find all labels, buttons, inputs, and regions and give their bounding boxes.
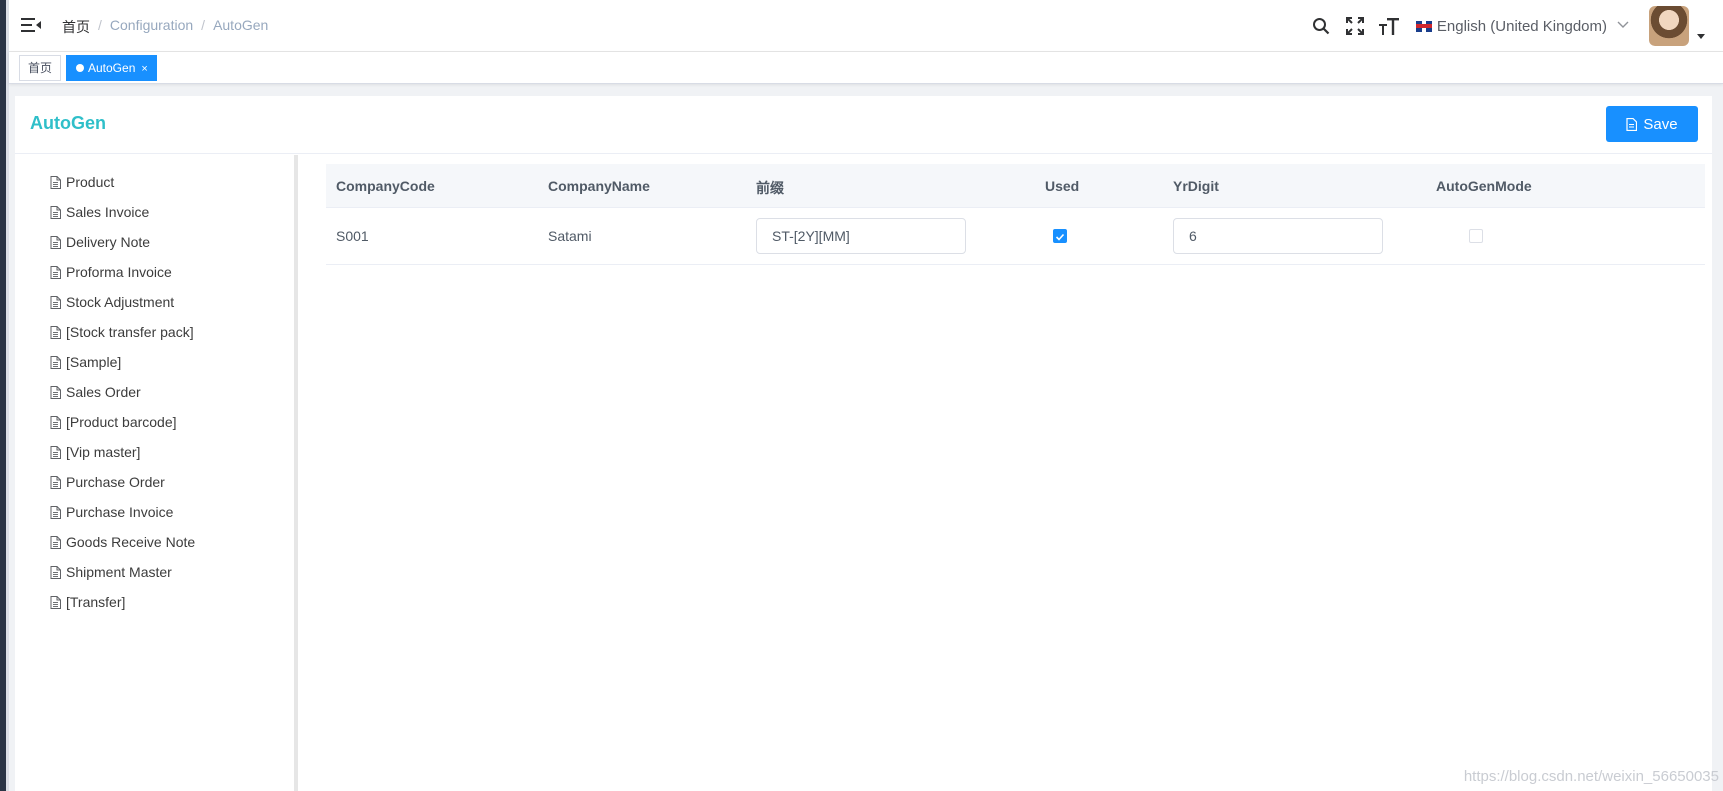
document-icon <box>50 235 66 249</box>
tree-item[interactable]: Stock Adjustment <box>50 292 174 312</box>
tree-item[interactable]: [Sample] <box>50 352 121 372</box>
tag-home[interactable]: 首页 <box>19 55 62 81</box>
document-icon <box>50 355 66 369</box>
document-icon <box>1626 117 1638 131</box>
cell-company-name: Satami <box>548 228 592 244</box>
tree-item[interactable]: Proforma Invoice <box>50 262 172 282</box>
document-icon <box>50 325 66 339</box>
document-icon <box>50 565 66 579</box>
tree-item[interactable]: [Transfer] <box>50 592 125 612</box>
document-icon <box>50 475 66 489</box>
top-navbar: 首页 / Configuration / AutoGen English (Un… <box>9 0 1723 52</box>
tree-item-label: [Transfer] <box>66 594 126 610</box>
breadcrumb-home[interactable]: 首页 <box>62 17 90 37</box>
tree-item-label: Purchase Invoice <box>66 504 174 520</box>
document-icon <box>50 265 66 279</box>
left-edge-border <box>6 0 9 791</box>
tag-autogen[interactable]: AutoGen × <box>66 55 157 81</box>
tree-item-label: Purchase Order <box>66 474 165 490</box>
save-button[interactable]: Save <box>1606 106 1698 142</box>
caret-down-icon[interactable] <box>1697 33 1705 39</box>
header-tools: English (United Kingdom) <box>1310 0 1723 52</box>
language-selector[interactable]: English (United Kingdom) <box>1415 17 1629 35</box>
panel-header: AutoGen Save <box>15 96 1712 154</box>
breadcrumb-configuration: Configuration <box>109 17 194 33</box>
tree-item[interactable]: [Product barcode] <box>50 412 177 432</box>
close-icon[interactable]: × <box>141 63 147 75</box>
main-panel: AutoGen Save Product Sales Invoice Deliver… <box>15 96 1712 791</box>
active-dot-icon <box>76 64 84 72</box>
header-company-name: CompanyName <box>548 178 650 194</box>
document-icon <box>50 505 66 519</box>
tree-item[interactable]: Product <box>50 172 114 192</box>
document-icon <box>50 595 66 609</box>
header-yr-digit: YrDigit <box>1173 178 1219 194</box>
tree-item-label: Goods Receive Note <box>66 534 196 550</box>
document-type-tree: Product Sales Invoice Delivery Note Proform… <box>15 155 298 791</box>
header-autogen-mode: AutoGenMode <box>1436 178 1532 194</box>
search-icon[interactable] <box>1310 15 1332 37</box>
tree-item[interactable]: Goods Receive Note <box>50 532 195 552</box>
document-icon <box>50 205 66 219</box>
tree-item-label: Stock Adjustment <box>66 294 175 310</box>
breadcrumb-separator: / <box>98 17 102 33</box>
tree-item-label: [Vip master] <box>66 444 141 460</box>
yr-digit-input[interactable]: 6 <box>1173 218 1383 254</box>
user-avatar[interactable] <box>1649 6 1689 46</box>
tag-label: AutoGen <box>88 61 136 75</box>
tree-item-label: Sales Order <box>66 384 141 400</box>
document-icon <box>50 385 66 399</box>
used-checkbox[interactable] <box>1053 229 1067 243</box>
tree-item[interactable]: Purchase Order <box>50 472 165 492</box>
breadcrumb-separator: / <box>201 17 206 33</box>
breadcrumb-current: AutoGen <box>213 17 269 33</box>
tree-item[interactable]: Sales Invoice <box>50 202 149 222</box>
document-icon <box>50 415 66 429</box>
table-row: S001 Satami ST-[2Y][MM] 6 <box>326 208 1705 265</box>
autogen-table: CompanyCode CompanyName 前缀 Used YrDigit … <box>326 164 1705 265</box>
font-size-icon[interactable] <box>1378 15 1400 37</box>
language-label: English (United Kingdom) <box>1436 17 1607 35</box>
watermark: https://blog.csdn.net/weixin_56650035 <box>1463 768 1719 785</box>
tree-item-label: [Product barcode] <box>66 414 177 430</box>
prefix-input[interactable]: ST-[2Y][MM] <box>756 218 966 254</box>
header-prefix: 前缀 <box>756 180 784 196</box>
tree-item[interactable]: Delivery Note <box>50 232 150 252</box>
autogen-mode-checkbox[interactable] <box>1469 229 1483 243</box>
tree-item-label: Product <box>66 174 115 190</box>
tree-item[interactable]: Purchase Invoice <box>50 502 173 522</box>
document-icon <box>50 445 66 459</box>
header-company-code: CompanyCode <box>336 178 435 194</box>
document-icon <box>50 295 66 309</box>
hamburger-menu-icon[interactable] <box>21 15 41 35</box>
page-title: AutoGen <box>30 113 106 133</box>
tree-item-label: Proforma Invoice <box>66 264 172 280</box>
document-icon <box>50 535 66 549</box>
table-header: CompanyCode CompanyName 前缀 Used YrDigit … <box>326 164 1705 208</box>
uk-flag-icon <box>1415 20 1432 32</box>
breadcrumb: 首页 / Configuration / AutoGen <box>62 17 268 37</box>
tree-item[interactable]: Shipment Master <box>50 562 172 582</box>
tree-item-label: Delivery Note <box>66 234 151 250</box>
document-icon <box>50 175 66 189</box>
tree-item[interactable]: Sales Order <box>50 382 141 402</box>
tags-view-bar: 首页 AutoGen × <box>9 52 1723 84</box>
header-used: Used <box>1045 178 1080 194</box>
fullscreen-icon[interactable] <box>1344 15 1366 37</box>
tree-item-label: Sales Invoice <box>66 204 150 220</box>
tree-item[interactable]: [Stock transfer pack] <box>50 322 194 342</box>
save-label: Save <box>1643 115 1678 133</box>
tree-item-label: [Sample] <box>66 354 122 370</box>
tree-item-label: [Stock transfer pack] <box>66 324 194 340</box>
chevron-down-icon <box>1617 20 1629 32</box>
cell-company-code: S001 <box>336 228 369 244</box>
tree-item[interactable]: [Vip master] <box>50 442 140 462</box>
tree-item-label: Shipment Master <box>66 564 172 580</box>
check-icon <box>1055 233 1065 241</box>
